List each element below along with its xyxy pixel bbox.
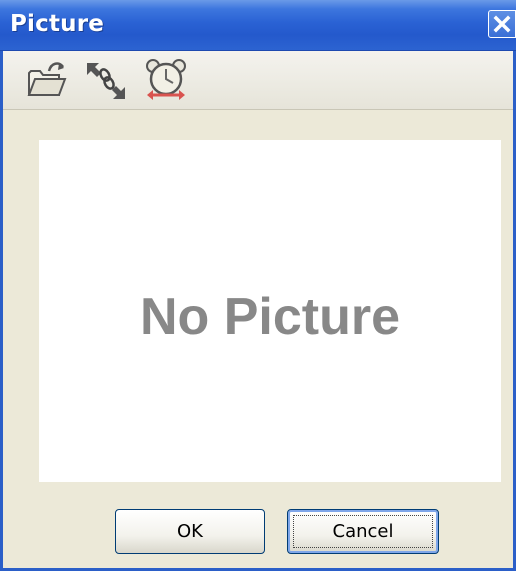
- ok-button[interactable]: OK: [115, 509, 265, 554]
- cancel-button[interactable]: Cancel: [287, 509, 439, 554]
- close-icon: [493, 15, 511, 33]
- alarm-clock-icon: [146, 59, 186, 100]
- picture-dialog: Picture No Picture OK Cancel: [0, 0, 516, 571]
- open-folder-icon: [27, 62, 67, 96]
- focus-ring: [293, 515, 433, 548]
- picture-preview: No Picture: [39, 140, 501, 482]
- toolbar: [3, 51, 513, 110]
- alarm-clock-button[interactable]: [143, 57, 189, 103]
- title-bar[interactable]: Picture: [0, 0, 516, 51]
- close-button[interactable]: [488, 10, 516, 38]
- open-folder-button[interactable]: [25, 57, 71, 103]
- dialog-content: No Picture OK Cancel: [3, 110, 513, 568]
- resize-link-icon: [87, 63, 125, 99]
- resize-button[interactable]: [83, 57, 129, 103]
- window-title: Picture: [10, 11, 105, 37]
- no-picture-placeholder: No Picture: [139, 288, 401, 346]
- ok-button-label: OK: [177, 521, 203, 542]
